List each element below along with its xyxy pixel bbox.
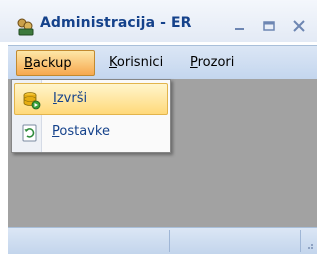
dropdown-item-postavke-label: Postavke (52, 124, 110, 139)
menu-bar: Backup Korisnici Prozori (8, 45, 317, 79)
dropdown-item-izvrsi-label: Izvrši (53, 91, 87, 106)
backup-dropdown-menu: Izvrši Postavke (11, 79, 171, 153)
menu-korisnici[interactable]: Korisnici (102, 50, 170, 76)
menu-backup-label: ackup (32, 56, 72, 71)
postavke-label-rest: ostavke (59, 124, 110, 139)
title-bar[interactable]: Administracija - ER (0, 0, 317, 42)
status-panel-1 (8, 230, 170, 252)
izvrsi-label-rest: zvrši (56, 91, 88, 106)
minimize-icon[interactable] (232, 18, 248, 34)
dropdown-item-postavke[interactable]: Postavke (14, 117, 168, 149)
maximize-icon[interactable] (261, 18, 277, 34)
status-bar (8, 227, 317, 254)
menu-korisnici-label: orisnici (116, 55, 164, 70)
close-icon[interactable] (291, 18, 307, 34)
menu-backup-mnemonic: B (24, 56, 33, 71)
database-run-icon (23, 92, 41, 110)
dropdown-item-izvrsi[interactable]: Izvrši (14, 83, 168, 115)
status-panel-2 (171, 230, 301, 252)
app-icon (17, 18, 34, 36)
window-title: Administracija - ER (40, 15, 192, 31)
menu-korisnici-mnemonic: K (109, 55, 117, 70)
menu-backup[interactable]: Backup (16, 50, 95, 76)
menu-prozori-mnemonic: P (190, 55, 198, 70)
settings-refresh-icon (22, 124, 37, 142)
main-window: Administracija - ER Backup Korisnici Pro… (0, 0, 317, 254)
menu-prozori[interactable]: Prozori (183, 50, 241, 76)
resize-grip-icon[interactable] (304, 240, 314, 250)
menu-prozori-label: rozori (197, 55, 235, 70)
